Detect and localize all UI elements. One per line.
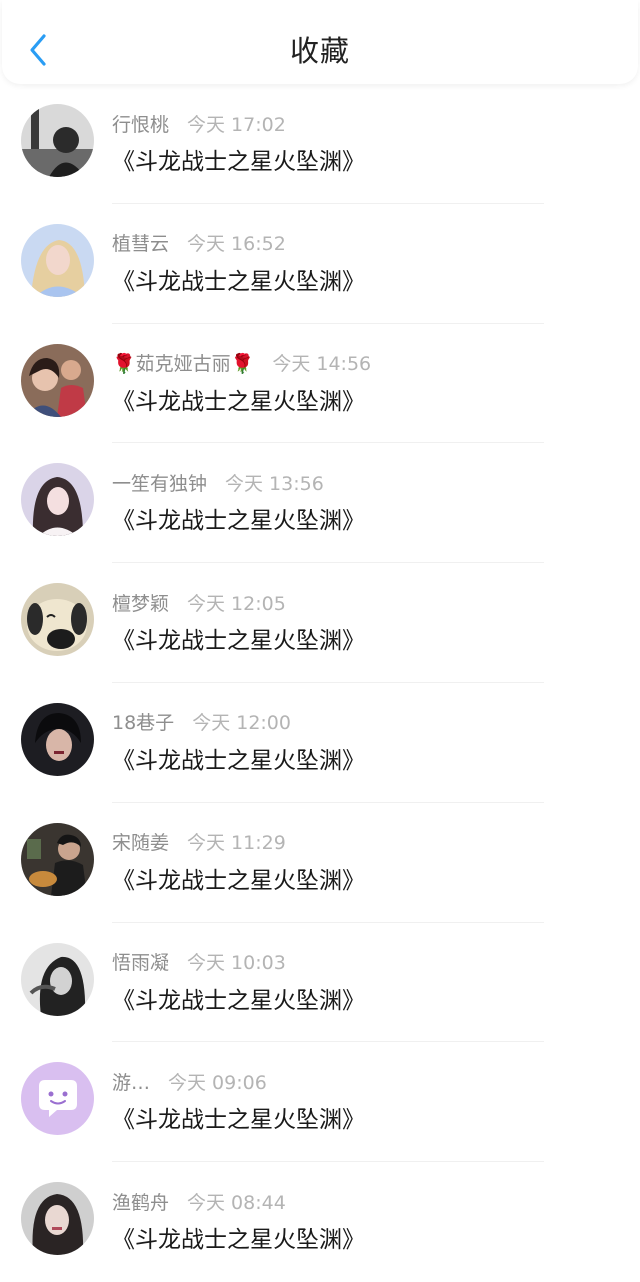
user-name: 渔鹤舟 [112, 1191, 170, 1214]
list-item[interactable]: 悟雨凝 今天 10:03 《斗龙战士之星火坠渊》 [0, 923, 640, 1043]
avatar [21, 463, 94, 537]
avatar [21, 583, 94, 657]
list-item[interactable]: 18巷子 今天 12:00 《斗龙战士之星火坠渊》 [0, 683, 640, 803]
post-title: 《斗龙战士之星火坠渊》 [112, 1107, 365, 1134]
post-title: 《斗龙战士之星火坠渊》 [112, 388, 365, 415]
avatar [21, 702, 94, 776]
list-item[interactable]: 宋随姜 今天 11:29 《斗龙战士之星火坠渊》 [0, 803, 640, 923]
list-item[interactable]: 植彗云 今天 16:52 《斗龙战士之星火坠渊》 [0, 204, 640, 324]
timestamp: 今天 17:02 [187, 113, 286, 136]
top-bar: 收藏 [2, 0, 638, 84]
avatar [21, 343, 94, 417]
list-item[interactable]: 檀梦颖 今天 12:05 《斗龙战士之星火坠渊》 [0, 563, 640, 683]
user-name: 行恨桃 [112, 113, 170, 136]
user-name: 宋随姜 [112, 832, 170, 855]
favorites-list: 行恨桃 今天 17:02 《斗龙战士之星火坠渊》 植彗云 今天 16:52 《斗… [0, 84, 640, 1282]
avatar [21, 942, 94, 1016]
user-name: 悟雨凝 [112, 952, 170, 975]
post-title: 《斗龙战士之星火坠渊》 [112, 747, 365, 774]
timestamp: 今天 10:03 [187, 952, 286, 975]
list-item[interactable]: 行恨桃 今天 17:02 《斗龙战士之星火坠渊》 [0, 84, 640, 204]
avatar [21, 104, 94, 177]
user-name: 🌹茹克娅古丽🌹 [112, 353, 255, 376]
post-title: 《斗龙战士之星火坠渊》 [112, 628, 365, 655]
timestamp: 今天 09:06 [168, 1071, 267, 1094]
page-title: 收藏 [289, 34, 350, 68]
user-name: 檀梦颖 [112, 592, 170, 615]
timestamp: 今天 11:29 [187, 832, 286, 855]
avatar [21, 1182, 94, 1256]
timestamp: 今天 14:56 [272, 353, 372, 376]
timestamp: 今天 12:05 [187, 592, 286, 615]
timestamp: 今天 08:44 [187, 1191, 286, 1214]
list-item[interactable]: 一笙有独钟 今天 13:56 《斗龙战士之星火坠渊》 [0, 443, 640, 564]
avatar [21, 822, 94, 896]
list-item[interactable]: 🌹茹克娅古丽🌹 今天 14:56 《斗龙战士之星火坠渊》 [0, 324, 640, 444]
post-title: 《斗龙战士之星火坠渊》 [112, 149, 365, 175]
user-name: 游… [112, 1071, 151, 1094]
avatar [21, 223, 94, 297]
avatar [21, 1062, 94, 1136]
timestamp: 今天 12:00 [192, 712, 291, 735]
user-name: 植彗云 [112, 233, 170, 256]
post-title: 《斗龙战士之星火坠渊》 [112, 508, 365, 535]
timestamp: 今天 13:56 [225, 472, 324, 495]
post-title: 《斗龙战士之星火坠渊》 [112, 987, 365, 1014]
post-title: 《斗龙战士之星火坠渊》 [112, 268, 365, 295]
timestamp: 今天 16:52 [187, 233, 286, 256]
user-name: 一笙有独钟 [112, 472, 208, 495]
user-name: 18巷子 [112, 712, 175, 735]
post-title: 《斗龙战士之星火坠渊》 [112, 1227, 365, 1254]
post-title: 《斗龙战士之星火坠渊》 [112, 867, 365, 894]
list-item[interactable]: 游… 今天 09:06 《斗龙战士之星火坠渊》 [0, 1042, 640, 1163]
